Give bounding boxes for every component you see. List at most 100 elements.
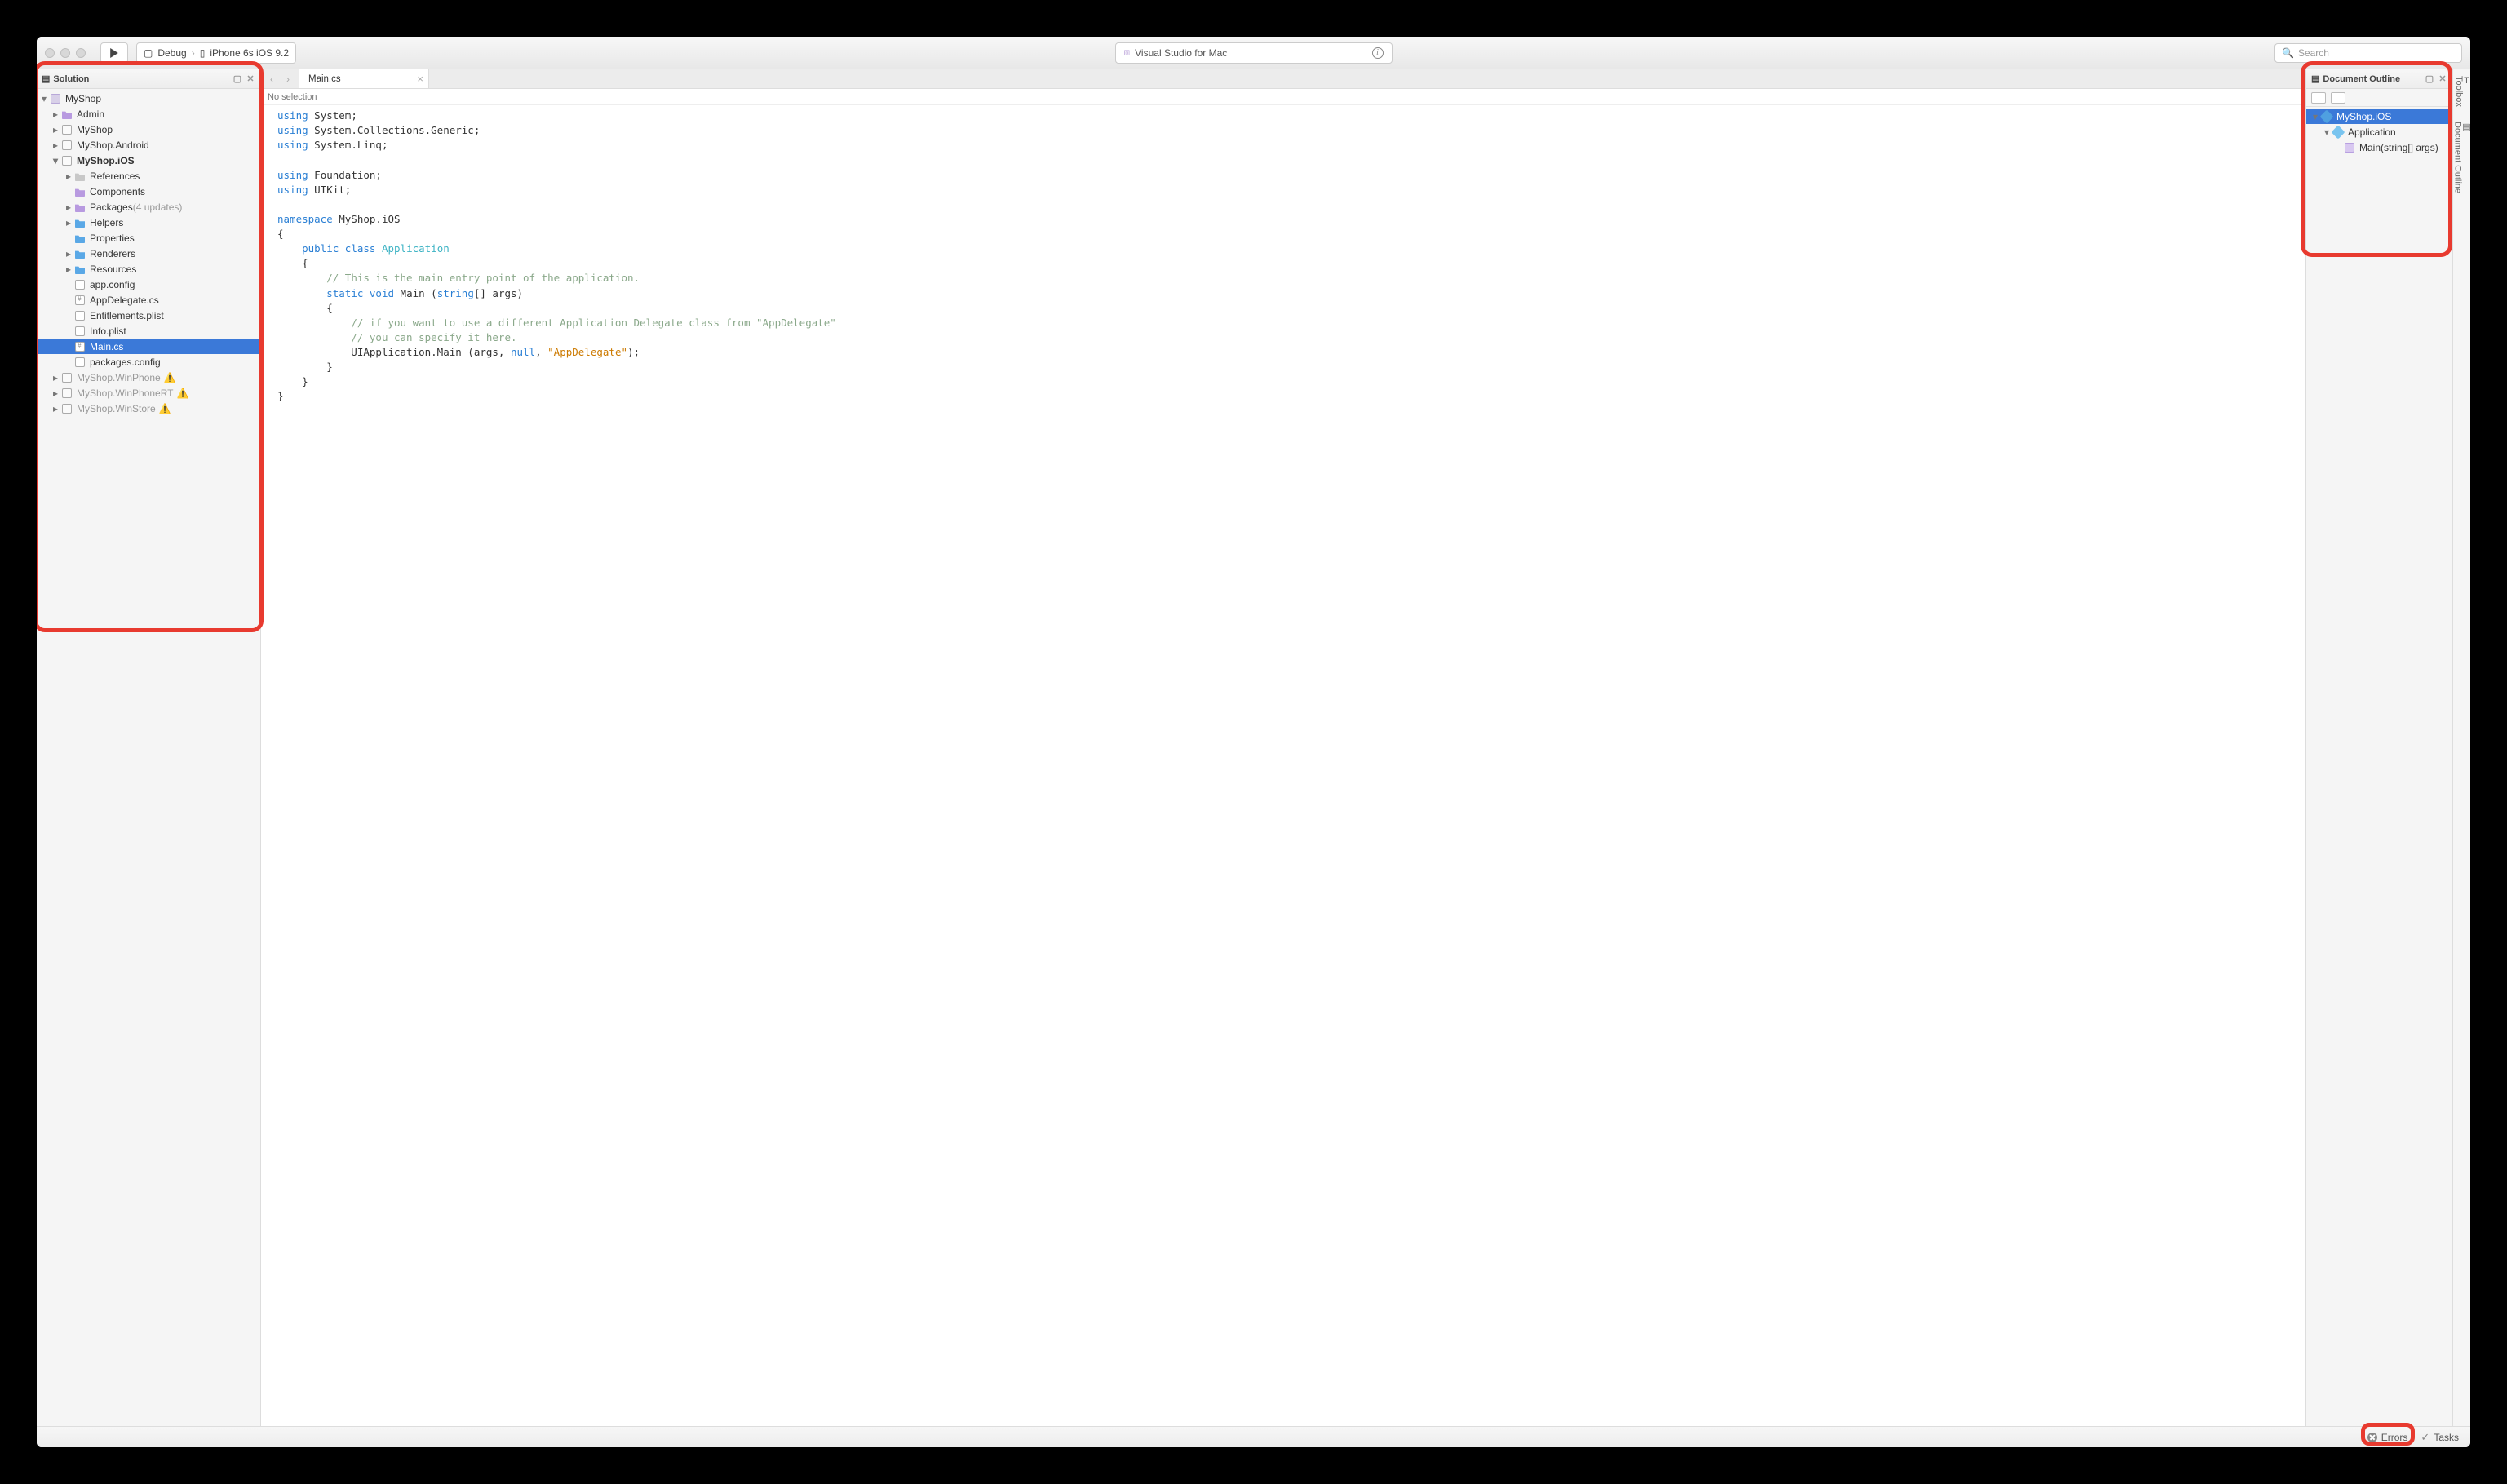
solution-root[interactable]: ▾MyShop — [37, 91, 260, 106]
tree-item[interactable]: ▸MyShop.Android — [37, 137, 260, 153]
solution-pad: ▤ Solution ▢ ✕ ▾MyShop▸Admin▸MyShop▸MySh… — [37, 69, 261, 1426]
pad-icon: ▤ — [42, 73, 50, 84]
code-editor[interactable]: using System; using System.Collections.G… — [261, 105, 2305, 1426]
outline-item[interactable]: ▾MyShop.iOS — [2306, 109, 2452, 124]
tree-item[interactable]: ▸app.config — [37, 277, 260, 292]
tree-item[interactable]: ▸Helpers — [37, 215, 260, 230]
outline-toolbar — [2306, 89, 2452, 107]
tree-item[interactable]: ▸MyShop.WinStore ⚠️ — [37, 401, 260, 416]
info-icon[interactable]: i — [1372, 47, 1384, 59]
tasks-label: Tasks — [2434, 1432, 2459, 1443]
device-icon: ▢ — [144, 47, 153, 59]
tree-item-label: packages.config — [90, 357, 161, 368]
tree-item-label: Main.cs — [90, 341, 123, 352]
status-bar: Errors ✓ Tasks — [37, 1426, 2470, 1447]
nav-forward-button[interactable]: › — [281, 72, 295, 86]
outline-pad-title: Document Outline — [2323, 74, 2400, 84]
editor-area: ‹ › Main.cs × No selection using System;… — [261, 69, 2305, 1426]
tree-item-label: Renderers — [90, 248, 135, 259]
tab-label: Main.cs — [308, 74, 341, 84]
pad-close-button[interactable]: ✕ — [246, 74, 255, 84]
outline-group-button[interactable] — [2311, 92, 2326, 104]
tree-item-label: MyShop.WinStore — [77, 403, 156, 414]
tree-item[interactable]: ▸packages.config — [37, 354, 260, 370]
pad-icon: ▤ — [2311, 73, 2319, 84]
outline-item[interactable]: ▸Main(string[] args) — [2306, 140, 2452, 155]
toolbox-side-tab[interactable]: T Toolbox — [2454, 73, 2469, 110]
tree-item[interactable]: ▸MyShop — [37, 122, 260, 137]
error-icon — [2367, 1433, 2377, 1442]
global-search-input[interactable]: 🔍 Search — [2274, 43, 2462, 63]
search-icon: 🔍 — [2282, 47, 2294, 59]
nav-back-button[interactable]: ‹ — [264, 72, 279, 86]
outline-icon: ▤ — [2462, 122, 2470, 132]
pad-autohide-button[interactable]: ▢ — [233, 74, 242, 84]
vs-logo-icon: ⧈ — [1124, 47, 1131, 59]
run-configuration-selector[interactable]: ▢ Debug › ▯ iPhone 6s iOS 9.2 — [136, 42, 296, 64]
tree-item[interactable]: ▸References — [37, 168, 260, 184]
minimize-window-dot[interactable] — [60, 48, 70, 58]
status-display: ⧈ Visual Studio for Mac i — [1115, 42, 1393, 64]
outline-sort-button[interactable] — [2331, 92, 2345, 104]
editor-tab-bar: ‹ › Main.cs × — [261, 69, 2305, 89]
tree-item-label: Admin — [77, 109, 104, 120]
errors-status-button[interactable]: Errors — [2367, 1432, 2408, 1443]
outline-tree[interactable]: ▾MyShop.iOS▾Application▸Main(string[] ar… — [2306, 107, 2452, 1426]
status-title: Visual Studio for Mac — [1135, 47, 1227, 59]
tree-item-label: Packages — [90, 202, 133, 213]
tree-item[interactable]: ▾MyShop.iOS — [37, 153, 260, 168]
tree-item[interactable]: ▸MyShop.WinPhoneRT ⚠️ — [37, 385, 260, 401]
solution-pad-title: Solution — [53, 74, 89, 84]
check-icon: ✓ — [2421, 1431, 2429, 1444]
tree-item-label: Info.plist — [90, 326, 126, 337]
window-traffic-lights — [45, 48, 86, 58]
app-window: ▢ Debug › ▯ iPhone 6s iOS 9.2 ⧈ Visual S… — [37, 37, 2470, 1447]
outline-item[interactable]: ▾Application — [2306, 124, 2452, 140]
tree-item-label: Entitlements.plist — [90, 310, 164, 321]
tree-item-label: MyShop.Android — [77, 140, 149, 151]
run-button[interactable] — [100, 42, 128, 64]
tree-item[interactable]: ▸Components — [37, 184, 260, 199]
toolbox-icon: T — [2464, 76, 2469, 86]
tree-item-label: MyShop.iOS — [77, 155, 135, 166]
outline-pad-header: ▤ Document Outline ▢ ✕ — [2306, 69, 2452, 89]
tree-item[interactable]: ▸Renderers — [37, 246, 260, 261]
side-tab-strip: T Toolbox ▤ Document Outline — [2452, 69, 2470, 1426]
tree-item[interactable]: ▸Properties — [37, 230, 260, 246]
workspace: ▤ Solution ▢ ✕ ▾MyShop▸Admin▸MyShop▸MySh… — [37, 69, 2470, 1426]
tree-item-label: MyShop.WinPhone — [77, 372, 161, 383]
outline-item-label: Application — [2348, 126, 2396, 138]
document-outline-side-tab[interactable]: ▤ Document Outline — [2452, 118, 2470, 197]
tasks-status-button[interactable]: ✓ Tasks — [2421, 1431, 2459, 1444]
device-icon: ▯ — [200, 47, 206, 59]
pad-close-button[interactable]: ✕ — [2438, 74, 2447, 84]
zoom-window-dot[interactable] — [76, 48, 86, 58]
editor-tab[interactable]: Main.cs × — [299, 69, 429, 88]
tree-item-label: Helpers — [90, 217, 123, 228]
tree-item[interactable]: ▸Main.cs — [37, 339, 260, 354]
tree-item[interactable]: ▸AppDelegate.cs — [37, 292, 260, 308]
close-window-dot[interactable] — [45, 48, 55, 58]
pad-autohide-button[interactable]: ▢ — [2425, 74, 2434, 84]
solution-root-label: MyShop — [65, 93, 101, 104]
tree-item[interactable]: ▸Resources — [37, 261, 260, 277]
tree-item[interactable]: ▸MyShop.WinPhone ⚠️ — [37, 370, 260, 385]
document-outline-pad: ▤ Document Outline ▢ ✕ ▾MyShop.iOS▾Appli… — [2305, 69, 2452, 1426]
errors-label: Errors — [2381, 1432, 2408, 1443]
tab-close-button[interactable]: × — [417, 73, 423, 85]
run-target: iPhone 6s iOS 9.2 — [210, 47, 289, 59]
tree-item-label: MyShop — [77, 124, 113, 135]
solution-tree[interactable]: ▾MyShop▸Admin▸MyShop▸MyShop.Android▾MySh… — [37, 89, 260, 1426]
toolbox-label: Toolbox — [2454, 76, 2464, 107]
tree-item[interactable]: ▸Info.plist — [37, 323, 260, 339]
tree-item-label: AppDelegate.cs — [90, 295, 159, 306]
tree-item[interactable]: ▸Admin — [37, 106, 260, 122]
editor-breadcrumb[interactable]: No selection — [261, 89, 2305, 105]
solution-pad-header: ▤ Solution ▢ ✕ — [37, 69, 260, 89]
doc-outline-label: Document Outline — [2452, 122, 2462, 193]
chevron-right-icon: › — [192, 47, 195, 59]
tree-item[interactable]: ▸Packages (4 updates) — [37, 199, 260, 215]
tree-item-label: Components — [90, 186, 145, 197]
toolbar: ▢ Debug › ▯ iPhone 6s iOS 9.2 ⧈ Visual S… — [37, 37, 2470, 69]
tree-item[interactable]: ▸Entitlements.plist — [37, 308, 260, 323]
